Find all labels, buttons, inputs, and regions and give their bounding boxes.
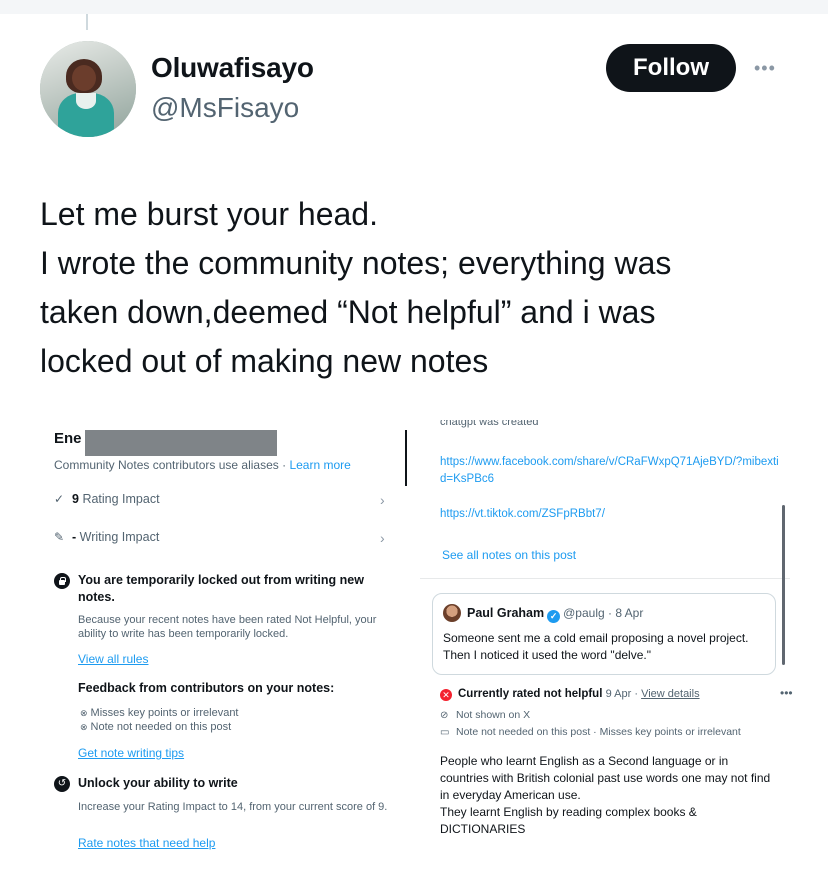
quote-author: Paul Graham ✓ @paulg · 8 Apr — [467, 606, 643, 623]
avatar-collar — [76, 93, 96, 109]
section-divider — [420, 578, 790, 579]
unlock-description: Increase your Rating Impact to 14, from … — [78, 801, 388, 813]
note-body: People who learnt English as a Second la… — [440, 754, 771, 836]
attached-image-left[interactable]: Ene Community Notes contributors use ali… — [40, 410, 408, 850]
quote-meta: @paulg · 8 Apr — [563, 606, 644, 620]
view-rules-link[interactable]: View all rules — [78, 652, 148, 666]
cut-off-text: chatgpt was created — [440, 420, 539, 428]
unlock-icon: ↺ — [54, 776, 70, 792]
tweet-line: Let me burst your head. — [40, 196, 378, 232]
avatar-face — [72, 65, 96, 91]
x-circle-icon: ✕ — [440, 689, 452, 701]
feedback-item: ⊗ Misses key points or irrelevant — [80, 707, 239, 719]
chevron-right-icon: › — [380, 530, 385, 546]
eye-off-icon: ⊘ — [440, 710, 449, 721]
note-icon: ▭ — [440, 727, 450, 738]
author-handle[interactable]: @MsFisayo — [151, 92, 299, 124]
tweet-line: taken down,deemed “Not helpful” and i wa… — [40, 294, 656, 330]
more-options-icon[interactable]: ••• — [780, 686, 793, 700]
author-name[interactable]: Oluwafisayo — [151, 52, 314, 84]
quote-avatar — [443, 604, 461, 622]
facebook-link[interactable]: https://www.facebook.com/share/v/CRaFWxp… — [440, 454, 785, 488]
quoted-post[interactable]: Paul Graham ✓ @paulg · 8 Apr Someone sent … — [432, 593, 776, 675]
scrollbar[interactable] — [782, 505, 785, 665]
tweet-line: I wrote the community notes; everything … — [40, 245, 672, 281]
not-needed-row: ▭ Note not needed on this post · Misses k… — [440, 726, 741, 738]
locked-title: You are temporarily locked out from writ… — [78, 573, 364, 604]
x-circle-icon: ⊗ — [80, 708, 88, 718]
quote-author-name: Paul Graham — [467, 606, 545, 620]
writing-impact-value: - — [72, 530, 77, 544]
rating-impact-row[interactable]: ✓ 9 Rating Impact — [54, 492, 160, 506]
feedback-title: Feedback from contributors on your notes… — [78, 681, 335, 695]
status-title: Currently rated not helpful — [458, 688, 603, 700]
alias-label: Ene — [54, 430, 82, 447]
contributors-info: Community Notes contributors use aliases… — [54, 458, 351, 472]
x-circle-icon: ⊗ — [80, 722, 88, 732]
see-all-notes-link[interactable]: See all notes on this post — [442, 548, 576, 562]
unlock-title: Unlock your ability to write — [78, 776, 238, 790]
not-shown-row: ⊘ Not shown on X — [440, 709, 531, 721]
rating-impact-label: Rating Impact — [82, 492, 160, 506]
tiktok-link[interactable]: https://vt.tiktok.com/ZSFpRBbt7/ — [440, 506, 785, 523]
verified-icon: ✓ — [547, 610, 561, 623]
redacted-block — [85, 430, 277, 456]
learn-more-link[interactable]: Learn more — [289, 458, 350, 472]
check-icon: ✓ — [54, 492, 65, 506]
quote-text: Someone sent me a cold email proposing a… — [443, 631, 749, 662]
status-date: 9 Apr · — [605, 688, 642, 700]
pen-icon: ✎ — [54, 530, 65, 544]
writing-impact-label: Writing Impact — [79, 530, 160, 544]
note-status-row: ✕ Currently rated not helpful 9 Apr · Vie… — [440, 686, 793, 701]
follow-button[interactable]: Follow — [606, 44, 736, 92]
contributors-text: Community Notes contributors use aliases… — [54, 458, 290, 472]
feedback-item: ⊗ Note not needed on this post — [80, 721, 232, 733]
tweet-text: Let me burst your head. I wrote the comm… — [40, 190, 800, 386]
locked-description: Because your recent notes have been rate… — [78, 614, 377, 640]
rating-impact-value: 9 — [72, 492, 79, 506]
top-divider — [86, 14, 88, 30]
note-writing-tips-link[interactable]: Get note writing tips — [78, 746, 184, 760]
more-options-icon[interactable]: ••• — [754, 58, 776, 79]
image-divider — [405, 430, 407, 486]
rate-notes-link[interactable]: Rate notes that need help — [78, 836, 215, 850]
top-bar — [0, 0, 828, 14]
view-details-link[interactable]: View details — [641, 688, 700, 700]
avatar[interactable] — [40, 41, 136, 137]
attached-image-right[interactable]: chatgpt was created https://www.facebook… — [420, 410, 793, 850]
chevron-right-icon: › — [380, 492, 385, 508]
tweet-line: locked out of making new notes — [40, 343, 489, 379]
writing-impact-row[interactable]: ✎ - Writing Impact — [54, 530, 159, 544]
lock-icon — [54, 573, 70, 589]
